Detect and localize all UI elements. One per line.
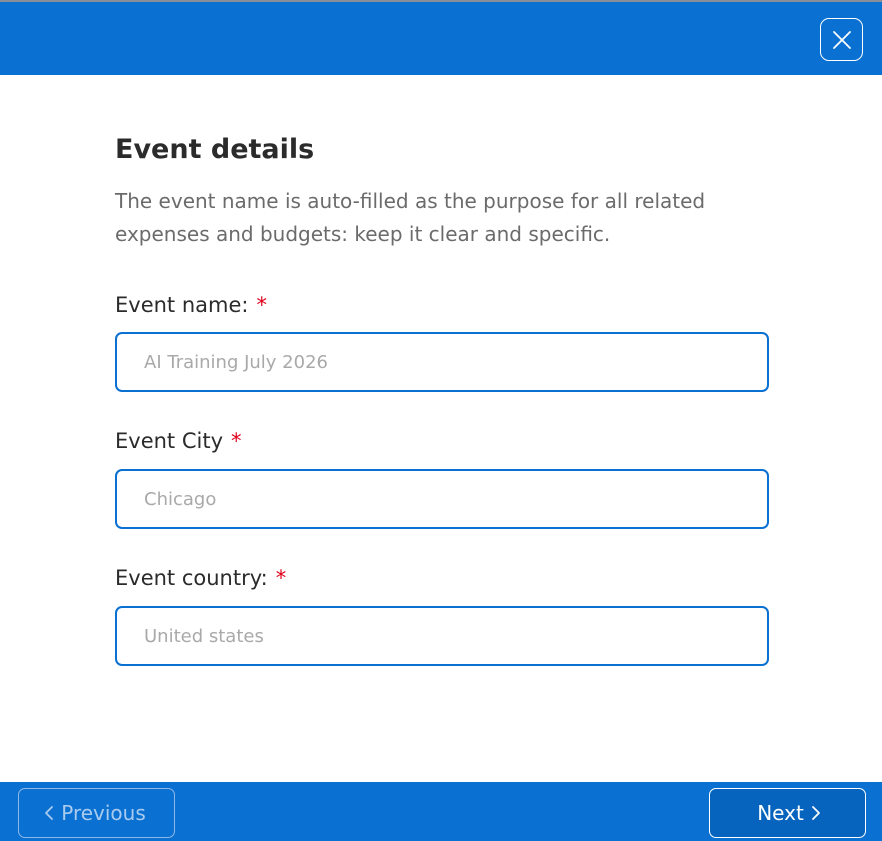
event-name-label-text: Event name: bbox=[115, 293, 249, 317]
event-country-input[interactable] bbox=[115, 606, 769, 666]
page-description: The event name is auto-filled as the pur… bbox=[115, 189, 706, 246]
header-bar bbox=[0, 0, 882, 75]
next-button[interactable]: Next bbox=[709, 788, 866, 838]
previous-button[interactable]: Previous bbox=[18, 788, 175, 838]
event-name-input[interactable] bbox=[115, 332, 769, 392]
event-country-label: Event country: * bbox=[115, 566, 286, 590]
page-title: Event details bbox=[115, 134, 315, 165]
required-marker: * bbox=[275, 566, 287, 590]
close-icon bbox=[832, 30, 851, 49]
next-label: Next bbox=[757, 801, 804, 825]
required-marker: * bbox=[256, 293, 267, 317]
event-city-label-text: Event City bbox=[115, 429, 223, 453]
event-name-label: Event name: * bbox=[115, 293, 267, 317]
chevron-right-icon bbox=[811, 806, 820, 820]
event-country-label-text: Event country: bbox=[115, 566, 268, 590]
previous-label: Previous bbox=[61, 801, 146, 825]
footer-bar: Previous Next bbox=[0, 782, 882, 841]
event-city-input[interactable] bbox=[115, 469, 769, 529]
chevron-left-icon bbox=[45, 806, 54, 820]
required-marker: * bbox=[231, 429, 242, 453]
close-button[interactable] bbox=[820, 18, 863, 61]
event-city-label: Event City * bbox=[115, 429, 242, 453]
